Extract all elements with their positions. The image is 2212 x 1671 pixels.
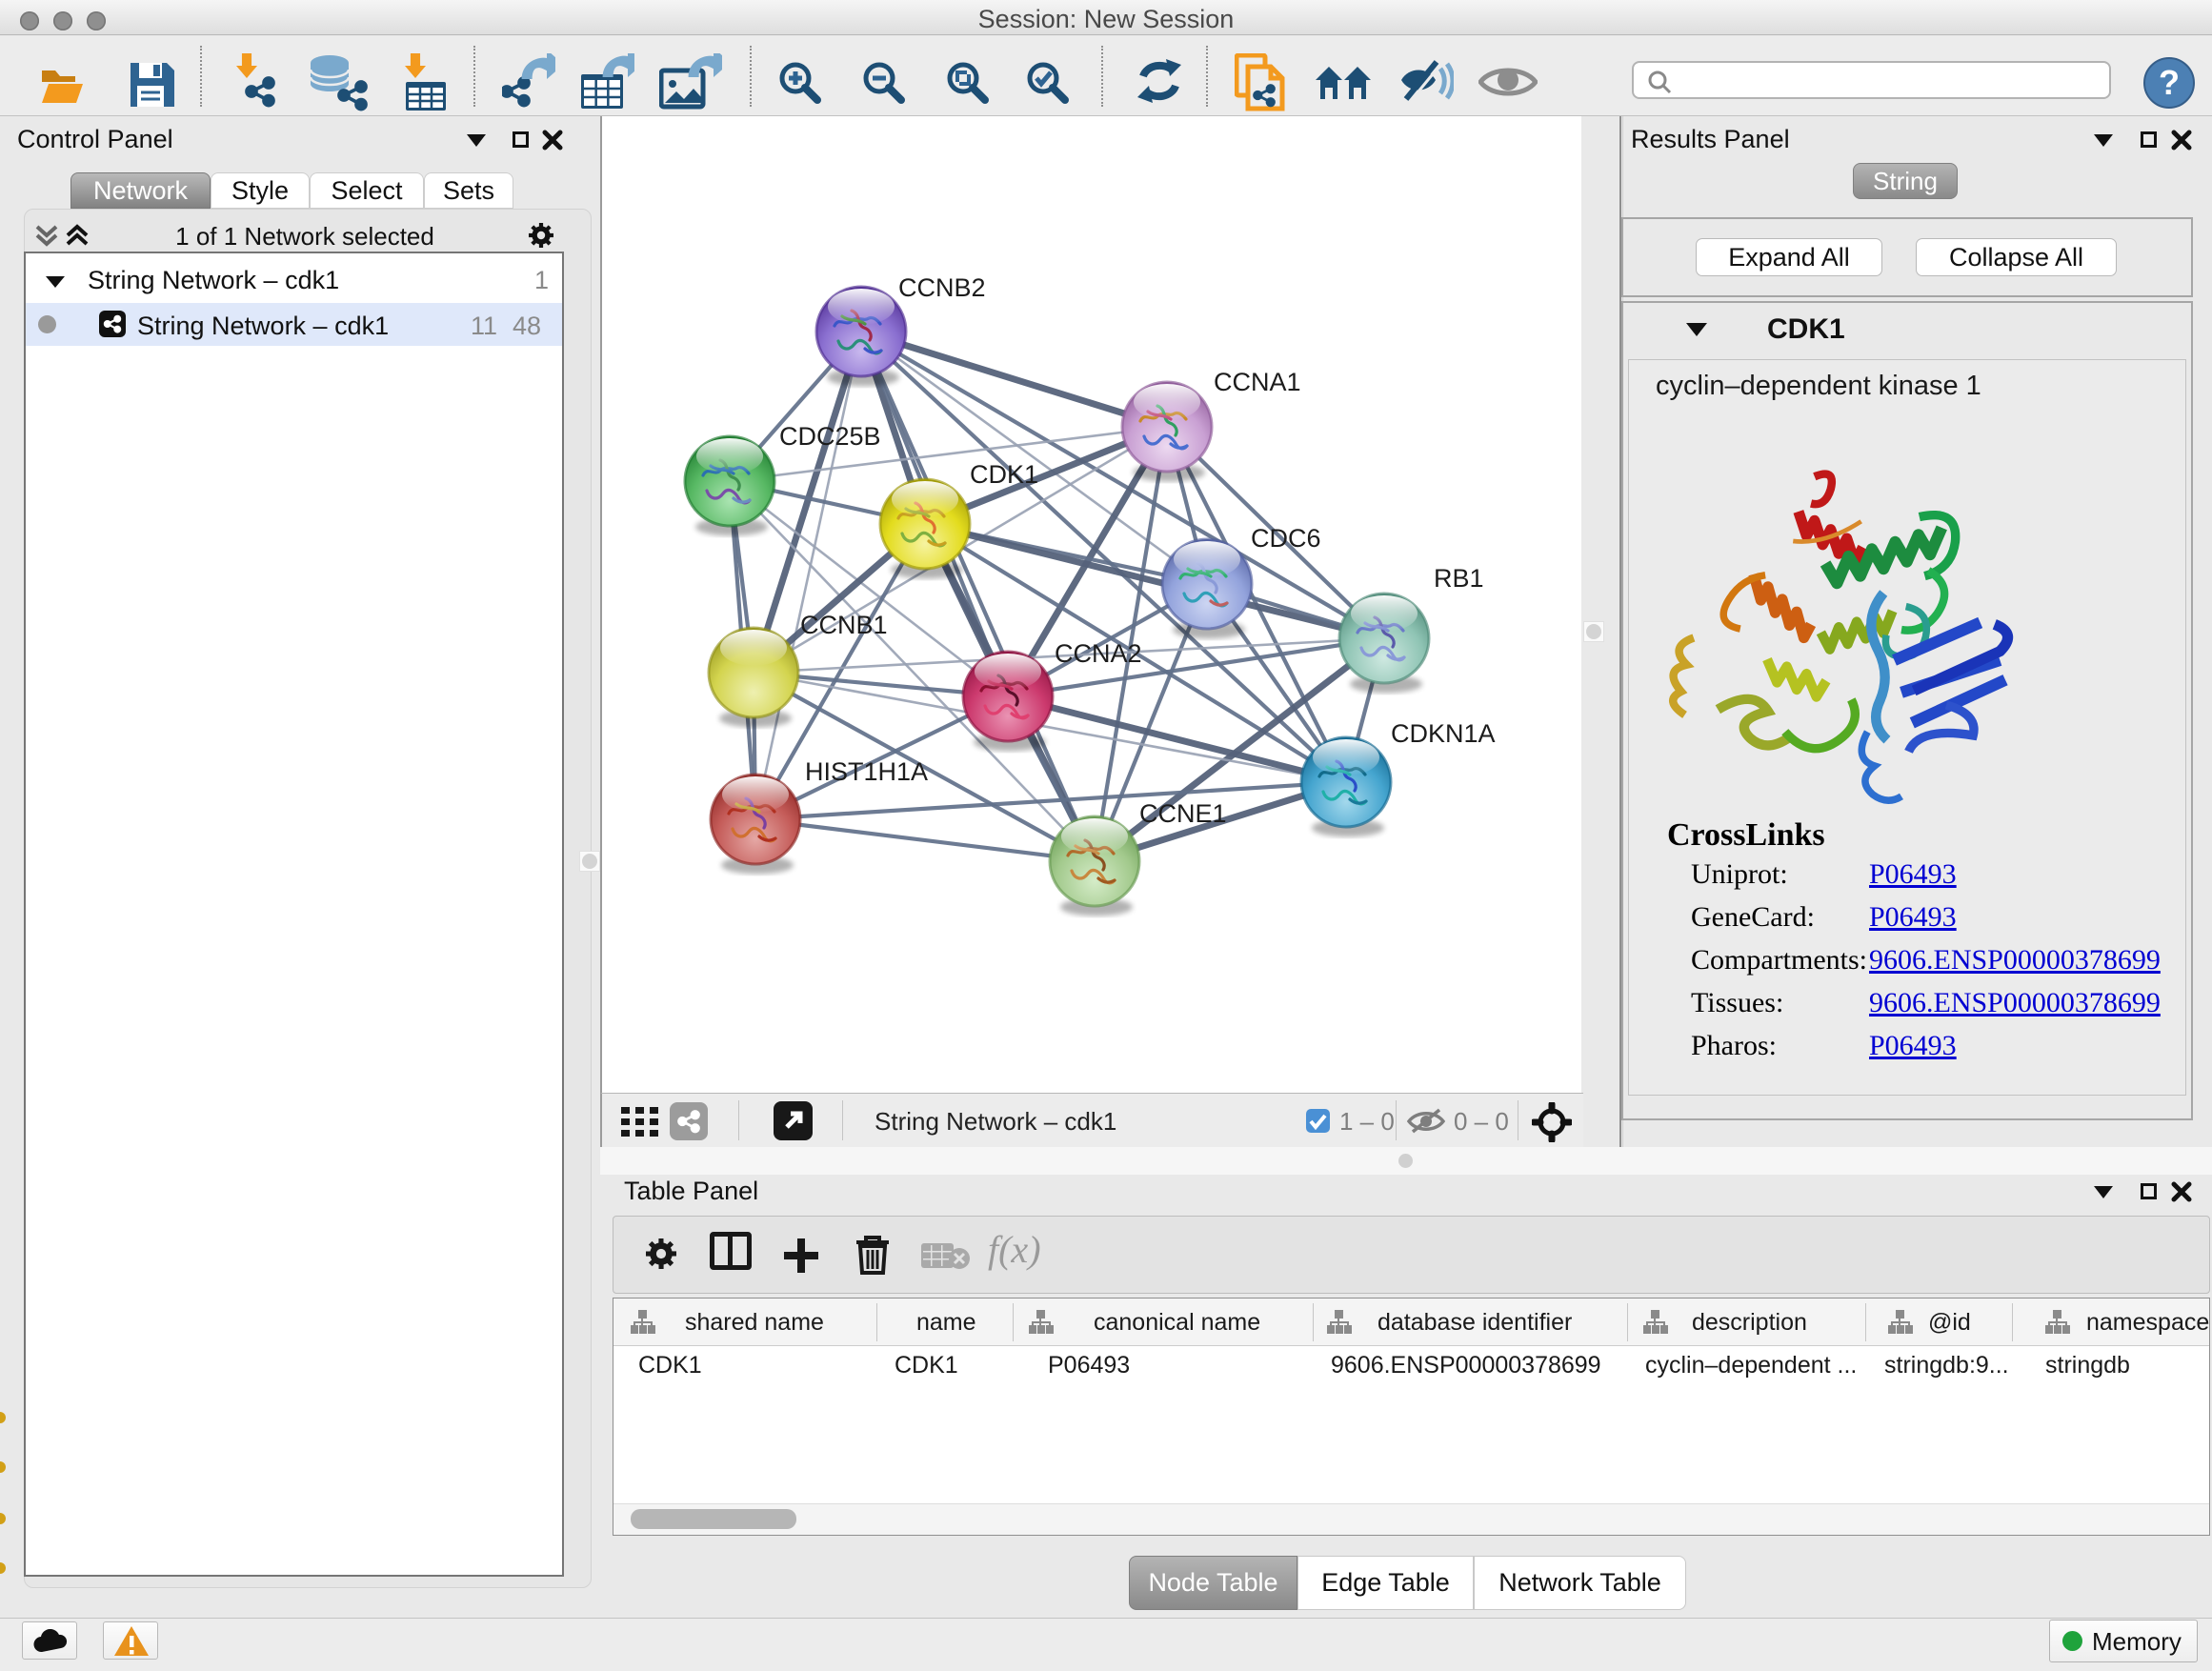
svg-text:HIST1H1A: HIST1H1A [805, 757, 928, 786]
svg-text:CDC6: CDC6 [1251, 524, 1321, 553]
svg-text:CCNB2: CCNB2 [898, 273, 986, 302]
svg-text:CDKN1A: CDKN1A [1391, 719, 1496, 748]
svg-text:?: ? [2159, 63, 2180, 102]
svg-text:RB1: RB1 [1434, 564, 1484, 593]
svg-text:CCNA2: CCNA2 [1055, 639, 1142, 668]
svg-text:CCNB1: CCNB1 [800, 611, 888, 639]
svg-text:CDC25B: CDC25B [779, 422, 881, 451]
svg-text:CDK1: CDK1 [970, 460, 1038, 489]
svg-text:CCNA1: CCNA1 [1214, 368, 1301, 396]
svg-text:CCNE1: CCNE1 [1139, 799, 1227, 828]
